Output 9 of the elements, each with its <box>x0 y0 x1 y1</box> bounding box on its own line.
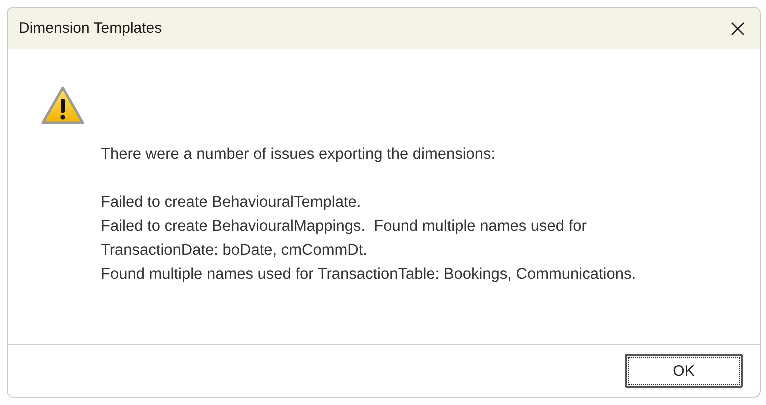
close-icon <box>730 20 746 36</box>
message-text: Failed to create BehaviouralTemplate. <box>101 193 362 213</box>
message-text: There were a number of issues exporting the dimensions: <box>101 145 496 165</box>
warning-icon <box>41 86 85 126</box>
window-title: Dimension Templates <box>19 20 162 37</box>
message-text: Failed to create BehaviouralMappings. Found multiple names used for <box>101 217 587 237</box>
message-text: Found multiple names used for TransactionTable: Bookings, Communications. <box>101 265 636 285</box>
ok-button[interactable]: OK <box>625 354 743 388</box>
message-text: TransactionDate: boDate, cmCommDt. <box>101 241 368 261</box>
